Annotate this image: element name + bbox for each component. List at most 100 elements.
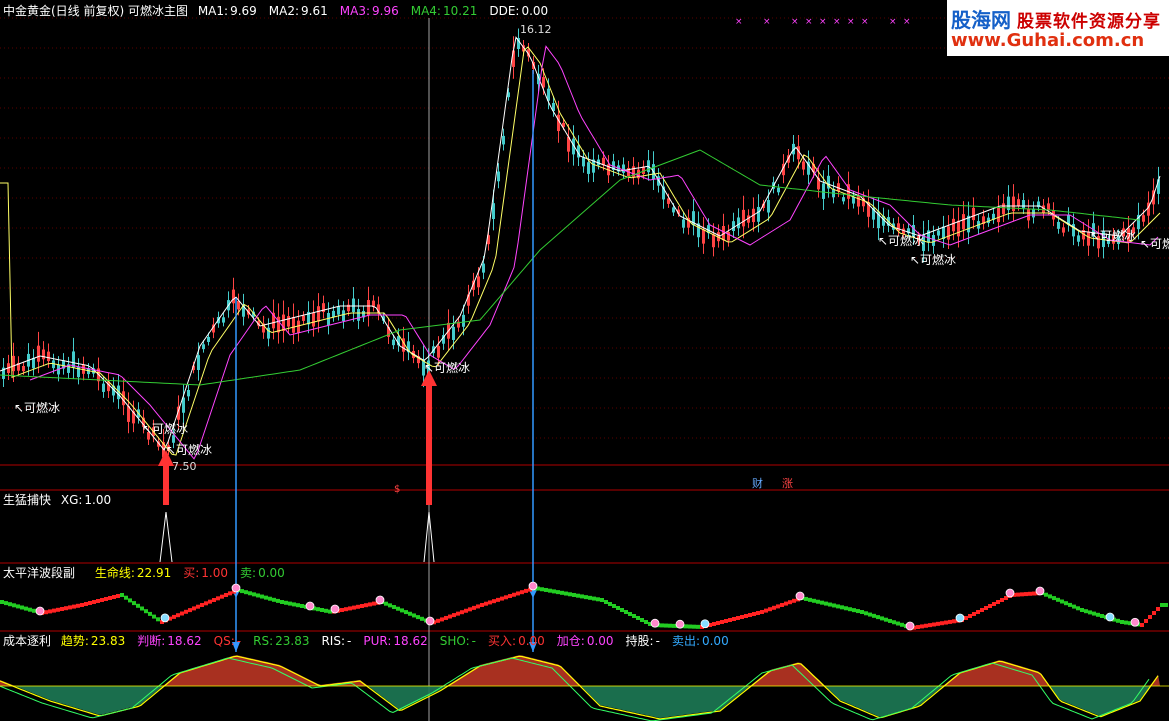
cost-item: 趋势: 23.83 xyxy=(61,634,131,648)
wave-segment xyxy=(296,603,300,608)
wave-segment xyxy=(84,602,88,606)
wave-segment xyxy=(492,599,496,604)
wave-segment xyxy=(980,608,984,612)
cost-item-value: 23.83 xyxy=(275,634,310,648)
panel3-title: 太平洋波段副 xyxy=(3,566,76,580)
wave-segment xyxy=(988,604,992,608)
candle-body xyxy=(842,197,845,202)
life-line-item-label: 生命线: xyxy=(94,566,135,580)
candle-body xyxy=(492,203,495,220)
wave-segment xyxy=(948,619,952,624)
candle-body xyxy=(452,326,455,340)
wave-segment xyxy=(604,600,608,604)
life-line-item-label: 卖: xyxy=(240,566,257,580)
wave-segment xyxy=(856,609,860,614)
ranbingice-signal-label: ↖可燃冰 xyxy=(910,252,956,267)
wave-segment xyxy=(972,612,976,616)
candle-body xyxy=(732,221,735,231)
panel2-title: 生猛捕快 xyxy=(3,493,52,507)
wave-segment xyxy=(584,595,588,600)
candle-body xyxy=(207,336,210,342)
cost-item-value: - xyxy=(471,634,477,648)
wave-segment xyxy=(316,607,320,612)
wave-segment xyxy=(52,608,56,613)
wave-segment xyxy=(496,597,500,602)
wave-segment xyxy=(4,601,8,606)
cost-item-value: 0.00 xyxy=(518,634,545,648)
candle-body xyxy=(582,157,585,167)
wave-segment xyxy=(464,608,468,613)
wave-segment xyxy=(220,594,224,599)
wave-segment xyxy=(920,624,924,629)
cost-item-label: 卖出: xyxy=(671,634,700,648)
ma-item: MA4: 10.21 xyxy=(411,4,484,18)
wave-segment xyxy=(88,601,92,605)
wave-segment xyxy=(56,607,60,612)
wave-segment xyxy=(916,625,920,630)
wave-segment xyxy=(120,593,124,597)
cost-item-label: 持股: xyxy=(625,634,654,648)
wave-segment xyxy=(1100,614,1104,618)
ranbingice-signal-label: ↖可燃冰 xyxy=(1090,228,1136,243)
candle-body xyxy=(737,217,740,229)
wave-segment xyxy=(596,597,600,602)
wave-segment xyxy=(16,604,20,609)
candle-body xyxy=(172,435,175,443)
wave-segment xyxy=(752,612,756,616)
wave-segment xyxy=(12,603,16,608)
candle-body xyxy=(352,298,355,313)
signal-dot xyxy=(675,619,685,629)
wave-segment xyxy=(412,613,416,618)
wave-segment xyxy=(32,608,36,613)
wave-segment xyxy=(1164,603,1168,607)
ma-item-value: 10.21 xyxy=(442,4,478,18)
life-line-item-value: 1.00 xyxy=(201,566,229,580)
wave-segment xyxy=(204,601,208,606)
candle-body xyxy=(232,289,235,304)
wave-segment xyxy=(672,623,676,628)
xg-value: 1.00 xyxy=(84,493,112,507)
wave-segment xyxy=(420,616,424,621)
top-marker: × xyxy=(903,17,911,27)
wave-segment xyxy=(276,598,280,603)
life-line-item-value: 0.00 xyxy=(258,566,285,580)
wave-segment xyxy=(540,587,544,592)
candle-body xyxy=(437,346,440,358)
wave-segment xyxy=(64,606,68,611)
life-line-item-label: 买: xyxy=(183,566,200,580)
signal-dot xyxy=(955,613,965,623)
wave-segment xyxy=(148,611,152,616)
wave-segment xyxy=(872,613,876,618)
candle-body xyxy=(222,317,225,323)
wave-segment xyxy=(252,592,256,597)
wave-segment xyxy=(1084,609,1088,614)
wave-segment xyxy=(732,617,736,621)
wave-segment xyxy=(968,614,972,618)
wave-segment xyxy=(952,619,956,624)
wave-segment xyxy=(688,624,692,629)
wave-segment xyxy=(1060,599,1064,604)
signal-dot xyxy=(1130,617,1140,627)
wave-segment xyxy=(144,609,148,614)
top-marker: × xyxy=(735,17,743,27)
candle-body xyxy=(72,351,75,368)
wave-segment xyxy=(156,617,160,622)
wave-segment xyxy=(452,613,456,618)
wave-segment xyxy=(744,614,748,618)
wave-segment xyxy=(1160,603,1164,607)
cost-item: RIS: - xyxy=(321,634,357,648)
top-marker: × xyxy=(791,17,799,27)
wave-segment xyxy=(132,601,136,606)
candle-body xyxy=(1062,227,1065,233)
wave-segment xyxy=(804,596,808,601)
wave-segment xyxy=(368,602,372,607)
ma-item-value: 9.61 xyxy=(301,4,328,18)
chart-canvas[interactable]: 16.12 7.50 ↖可燃冰 ↖可燃冰 ↖可燃冰 ↖可燃冰 ↖可燃冰 ↖可燃冰 ↖可燃冰 ↖可燃… xyxy=(0,0,1169,721)
ma-item-value: 9.96 xyxy=(372,4,399,18)
wave-segment xyxy=(612,604,616,608)
life-line-item-value: 22.91 xyxy=(136,566,172,580)
wave-segment xyxy=(268,596,272,601)
wave-segment xyxy=(100,598,104,602)
wave-segment xyxy=(636,616,640,620)
wave-segment xyxy=(404,610,408,615)
